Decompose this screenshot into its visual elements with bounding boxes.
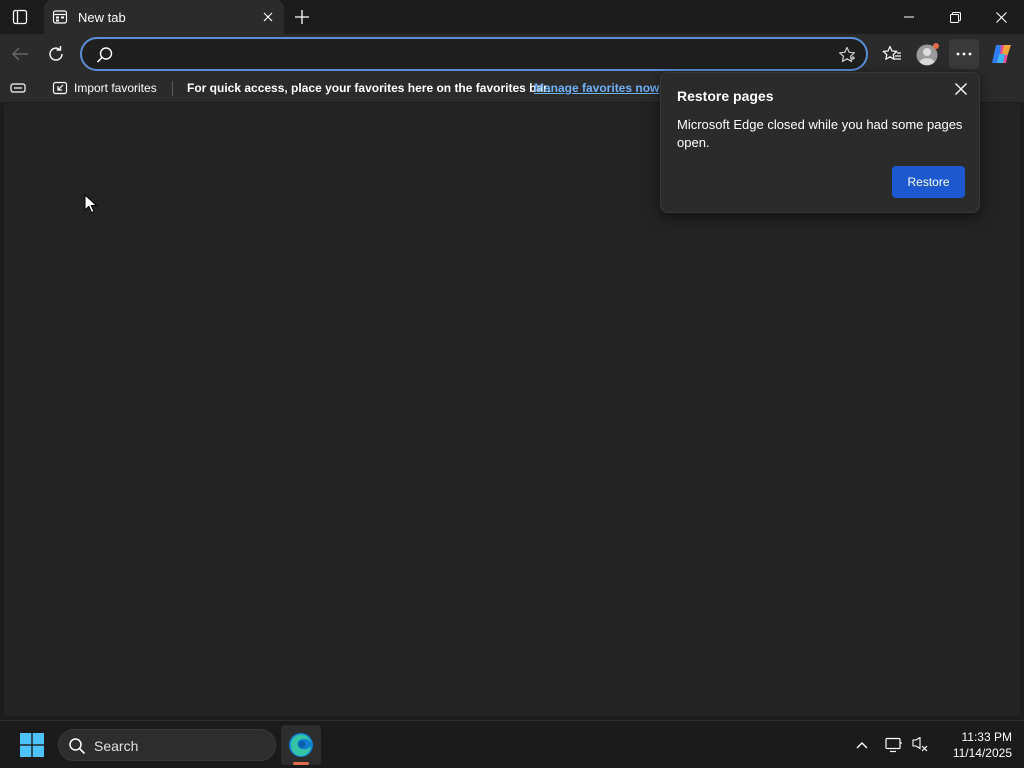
- mouse-cursor-icon: [84, 194, 98, 214]
- edge-running-indicator: [293, 762, 309, 765]
- new-tab-favicon: [52, 9, 68, 25]
- copilot-icon: [992, 45, 1011, 63]
- tab-new-tab[interactable]: New tab: [44, 0, 284, 34]
- close-icon: [955, 83, 967, 95]
- popup-title: Restore pages: [677, 88, 774, 104]
- tab-actions-button[interactable]: [6, 4, 34, 30]
- more-icon: [956, 52, 972, 56]
- restore-button[interactable]: Restore: [892, 166, 965, 198]
- copilot-button[interactable]: [987, 39, 1017, 69]
- favorites-button[interactable]: [877, 39, 907, 69]
- star-icon: [839, 46, 855, 63]
- windows-icon: [20, 733, 44, 757]
- address-input[interactable]: [122, 43, 822, 67]
- search-icon: [69, 738, 86, 755]
- show-hidden-icons-button[interactable]: [850, 733, 874, 757]
- favorites-bar-divider: [172, 81, 173, 96]
- refresh-button[interactable]: [41, 39, 71, 69]
- edge-icon: [289, 733, 313, 757]
- add-favorite-button[interactable]: [836, 44, 858, 66]
- import-favorites-button[interactable]: Import favorites: [48, 77, 161, 99]
- display-icon: [885, 737, 902, 753]
- minimize-button[interactable]: [886, 0, 932, 34]
- navigation-toolbar: [0, 34, 1024, 74]
- profile-icon: [916, 43, 939, 66]
- back-button[interactable]: [5, 39, 35, 69]
- minimize-icon: [904, 16, 914, 18]
- favorites-bar-menu-icon: [10, 83, 26, 93]
- back-icon: [12, 47, 28, 61]
- close-window-button[interactable]: [978, 0, 1024, 34]
- taskbar-search-box[interactable]: Search: [58, 729, 276, 761]
- network-icon: [912, 737, 928, 752]
- import-icon: [52, 81, 68, 95]
- taskbar-clock[interactable]: 11:33 PM 11/14/2025: [936, 729, 1012, 761]
- clock-date: 11/14/2025: [952, 746, 1012, 760]
- popup-message: Microsoft Edge closed while you had some…: [677, 117, 963, 150]
- import-favorites-label: Import favorites: [74, 81, 157, 95]
- taskbar: Search 11:33 PM 11/14/2025: [0, 720, 1024, 768]
- plus-icon: [295, 10, 309, 24]
- tab-title: New tab: [78, 9, 126, 25]
- restore-icon: [949, 11, 961, 23]
- taskbar-edge-button[interactable]: [281, 725, 321, 765]
- clock-time: 11:33 PM: [961, 730, 1012, 744]
- restore-window-button[interactable]: [932, 0, 978, 34]
- search-icon: [96, 47, 113, 63]
- close-icon: [263, 12, 273, 22]
- settings-and-more-button[interactable]: [949, 39, 979, 69]
- restore-pages-popup: Restore pages Microsoft Edge closed whil…: [660, 72, 980, 213]
- popup-close-button[interactable]: [949, 77, 973, 101]
- taskbar-search-label: Search: [94, 738, 139, 754]
- refresh-icon: [49, 46, 63, 61]
- profile-button[interactable]: [913, 39, 943, 69]
- title-bar: New tab: [0, 0, 1024, 34]
- tab-actions-icon: [12, 9, 28, 25]
- favorites-icon: [882, 45, 901, 60]
- start-button[interactable]: [16, 729, 48, 761]
- chevron-up-icon: [856, 742, 868, 749]
- new-tab-button[interactable]: [288, 4, 316, 30]
- manage-favorites-link[interactable]: Manage favorites now: [534, 81, 659, 95]
- favorites-bar-menu-button[interactable]: [8, 79, 28, 97]
- close-icon: [995, 11, 1007, 23]
- address-bar[interactable]: [80, 37, 868, 71]
- tab-close-button[interactable]: [256, 5, 280, 29]
- network-volume-tray-button[interactable]: [908, 733, 932, 757]
- favorites-bar-message: For quick access, place your favorites h…: [187, 81, 551, 95]
- display-tray-button[interactable]: [882, 733, 906, 757]
